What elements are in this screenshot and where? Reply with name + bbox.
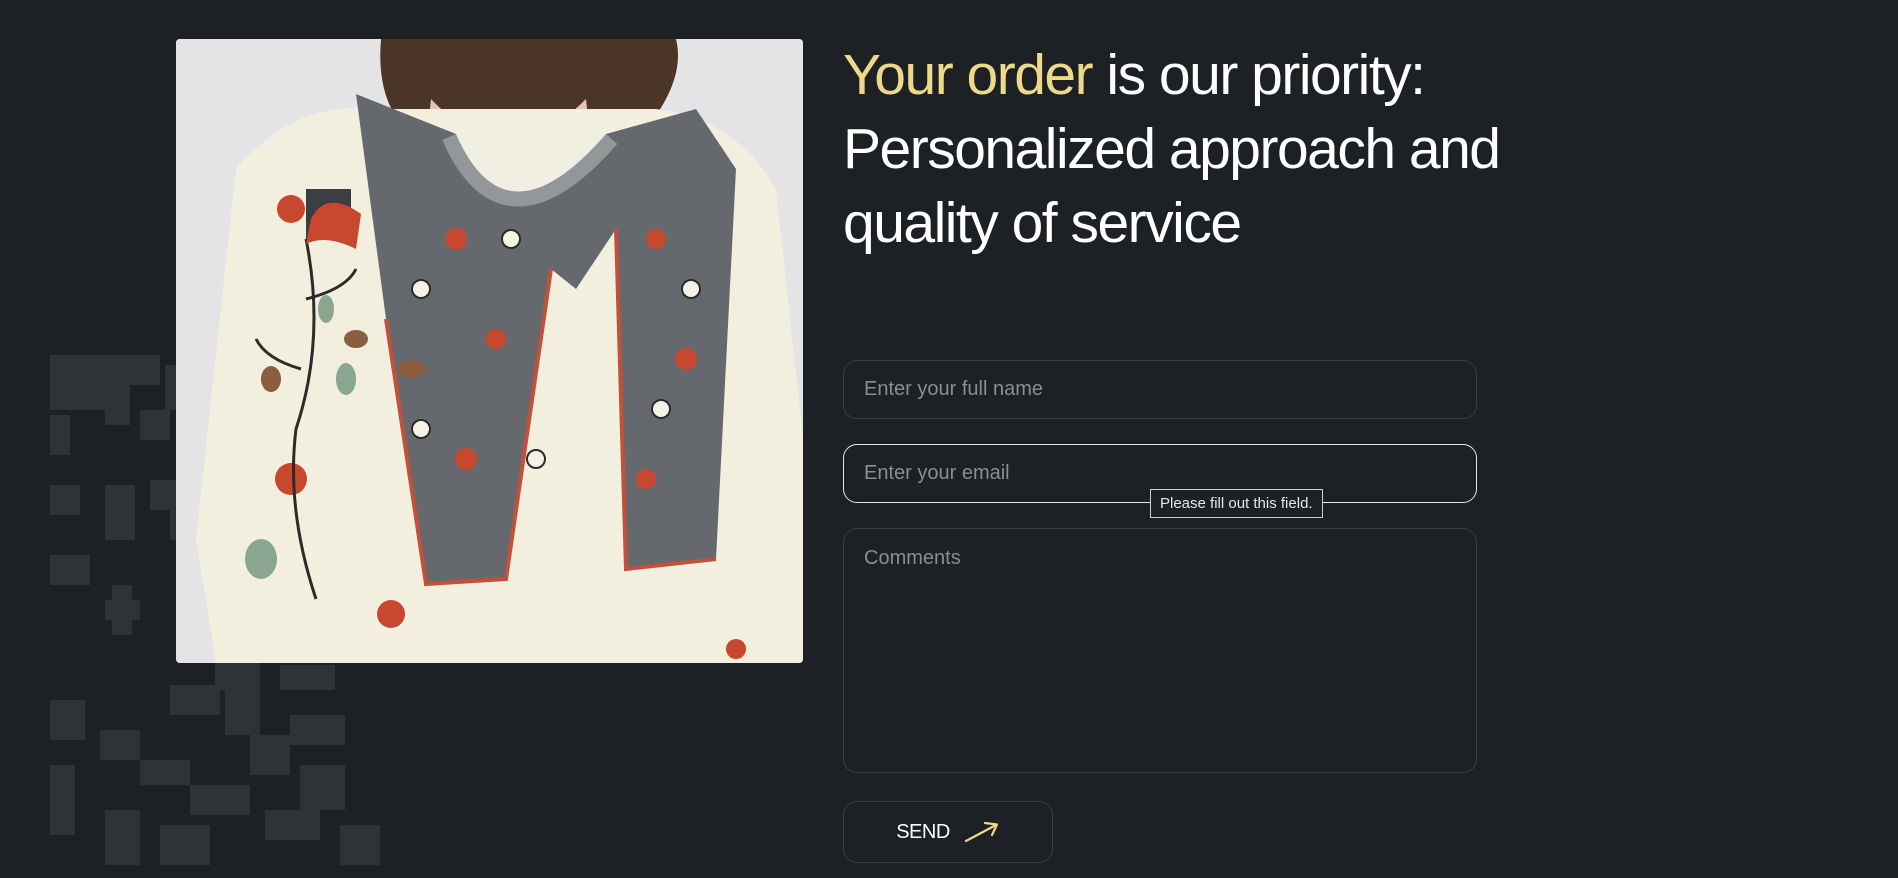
page-headline: Your order is our priority: Personalized…: [843, 38, 1563, 260]
headline-line3: quality of service: [843, 191, 1242, 255]
headline-line1-rest: is our priority:: [1092, 43, 1426, 107]
headline-line2: Personalized approach and: [843, 117, 1501, 181]
send-button-label: SEND: [896, 820, 950, 843]
full-name-input[interactable]: [843, 360, 1477, 419]
validation-tooltip: Please fill out this field.: [1150, 489, 1323, 518]
comments-textarea[interactable]: [843, 528, 1477, 773]
product-photo-embroidered-vest: [176, 39, 803, 663]
headline-accent: Your order: [843, 43, 1094, 107]
arrow-up-right-icon: [964, 821, 998, 843]
send-button[interactable]: SEND: [843, 801, 1053, 863]
